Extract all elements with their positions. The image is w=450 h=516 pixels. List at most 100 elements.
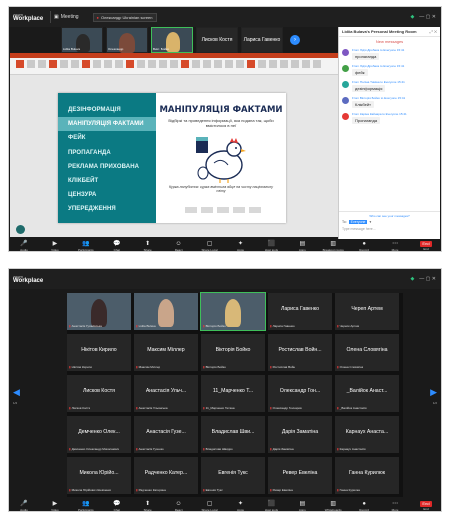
participant-tile[interactable]: 11_Марченко Т... 11_Марченко Тетяна xyxy=(201,375,265,412)
tool-icon[interactable] xyxy=(38,60,46,68)
participant-tile[interactable]: Дарія Заматіна Дарія Заматіна xyxy=(268,416,332,453)
participants-button[interactable]: 👥 Participants xyxy=(75,501,97,512)
participant-tile[interactable]: Максим Міллер Максим Міллер xyxy=(134,334,198,371)
participant-tile[interactable]: Ганна Курилюк Ганна Курилюк xyxy=(335,457,399,494)
participant-tile[interactable]: Вікторія Бойко xyxy=(200,292,266,331)
participant-display-name: Ростислав Войн... xyxy=(278,347,322,353)
tool-icon[interactable] xyxy=(214,60,222,68)
participant-tile[interactable]: Карнаух Анаста... Карнаух Анастасія xyxy=(335,416,399,453)
tool-icon[interactable] xyxy=(93,60,101,68)
participant-tile[interactable]: Вікторія Бойко Вікторія Бойко xyxy=(201,334,265,371)
host-tools-button[interactable]: ⬛ Host tools xyxy=(260,241,282,252)
tool-icon[interactable] xyxy=(291,60,299,68)
video-button[interactable]: ▶ Video xyxy=(44,241,66,252)
tool-icon[interactable] xyxy=(27,60,35,68)
previous-page-arrow-icon[interactable]: ◀ xyxy=(13,387,20,398)
participant-tile[interactable]: Череп Артем Черепк Артем xyxy=(335,293,399,330)
more-button[interactable]: ⋯ More xyxy=(384,501,406,512)
name-thumb-5[interactable]: Лариса Гавенко xyxy=(241,27,283,53)
participant-tile[interactable]: Демченко Олек... Демченко Олександр Микол… xyxy=(67,416,131,453)
record-button[interactable]: ● Record xyxy=(353,241,375,252)
host-tools-button[interactable]: ⬛ Host tools xyxy=(260,501,282,512)
participants-button[interactable]: 👥 Participants xyxy=(75,241,97,252)
participant-tile[interactable]: Анастасія Гузе... Анастасія Гузенко xyxy=(134,416,198,453)
participant-tile[interactable]: Евгенія Тукс Евгенія Тукс xyxy=(201,457,265,494)
participant-tile[interactable]: Лисков Костя Лисков Костя xyxy=(67,375,131,412)
slide-menu-item: ФЕЙК xyxy=(68,135,86,142)
breakout-rooms-button[interactable]: ▥ Breakout rooms xyxy=(322,241,344,252)
screen-share-tab[interactable]: ● Олександр Ukrainian screen xyxy=(92,12,157,22)
window-icon: ▢ xyxy=(206,500,213,507)
tool-icon[interactable] xyxy=(236,60,244,68)
audio-button[interactable]: 🎤 Audio xyxy=(13,241,35,252)
participant-tile[interactable]: Ростислав Войн... Ростислав Войн xyxy=(268,334,332,371)
react-button[interactable]: ☺ React xyxy=(168,501,190,512)
chat-button[interactable]: 💬 Chat xyxy=(106,501,128,512)
window-controls[interactable]: — ▢ ✕ xyxy=(419,14,436,20)
react-button[interactable]: ☺ React xyxy=(168,241,190,252)
chat-input[interactable]: Type message here... xyxy=(339,226,440,232)
window-controls[interactable]: — ▢ ✕ xyxy=(419,276,436,282)
tool-icon[interactable] xyxy=(137,60,145,68)
participant-tile[interactable]: Анастасія Ульч... Анастасія Ульянська xyxy=(134,375,198,412)
video-thumb-3[interactable]: Викт. Бойко xyxy=(151,27,193,53)
tool-icon[interactable] xyxy=(181,60,189,68)
apps-button-2[interactable]: ▤ Apps xyxy=(291,241,313,252)
participant-tile[interactable]: Lidiia Bulava xyxy=(134,293,198,330)
next-page-arrow-icon[interactable]: › xyxy=(290,35,300,45)
next-page-arrow-icon[interactable]: ▶ xyxy=(430,387,437,398)
tool-icon[interactable] xyxy=(225,60,233,68)
tool-icon[interactable] xyxy=(71,60,79,68)
tool-icon[interactable] xyxy=(280,60,288,68)
tool-icon[interactable] xyxy=(269,60,277,68)
video-thumb-2[interactable]: Олександр xyxy=(106,27,148,53)
tool-icon[interactable] xyxy=(258,60,266,68)
tool-icon[interactable] xyxy=(126,60,134,68)
whiteboards-button[interactable]: ▥ Whiteboards xyxy=(322,501,344,512)
participant-tile[interactable]: Олександр Гон... Олександр Гончаров xyxy=(268,375,332,412)
participant-tile[interactable]: Радченко Катер... Радченко Катерина xyxy=(134,457,198,494)
chat-button[interactable]: 💬 Chat xyxy=(106,241,128,252)
share-button[interactable]: ⬆ Share xyxy=(137,241,159,252)
participant-tile[interactable]: Ревер Евеліна Ревер Евеліна xyxy=(268,457,332,494)
name-thumb-4[interactable]: Лисков Костя xyxy=(196,27,238,53)
participant-display-name: 11_Марченко Т... xyxy=(212,388,254,394)
tool-icon[interactable] xyxy=(170,60,178,68)
tool-icon[interactable] xyxy=(148,60,156,68)
audio-button[interactable]: 🎤 Audio xyxy=(13,501,35,512)
tool-icon[interactable] xyxy=(313,60,321,68)
apps-button[interactable]: ✦ Apps xyxy=(229,241,251,252)
apps-button-2[interactable]: ▤ Apps xyxy=(291,501,313,512)
share-button[interactable]: ⬆ Share xyxy=(137,501,159,512)
tool-icon[interactable] xyxy=(159,60,167,68)
video-thumb-1[interactable]: Lidiia Bulava xyxy=(61,27,103,53)
tool-icon[interactable] xyxy=(49,60,57,68)
participant-tile[interactable]: Лариса Гавенко Лариса Гавенко xyxy=(268,293,332,330)
video-button[interactable]: ▶ Video xyxy=(44,501,66,512)
participant-tile[interactable]: Владислав Шви... Владислав Швидко xyxy=(201,416,265,453)
tool-icon[interactable] xyxy=(16,60,24,68)
participant-tile[interactable]: _Валійок Анаст... _Валійок Анастасія xyxy=(335,375,399,412)
tool-icon[interactable] xyxy=(192,60,200,68)
record-button[interactable]: ● Record xyxy=(353,501,375,512)
tool-icon[interactable] xyxy=(115,60,123,68)
chat-window-controls[interactable]: ⤢ ✕ xyxy=(430,29,437,34)
end-button[interactable]: End End xyxy=(415,501,437,511)
meeting-menu[interactable]: ▣ Meeting xyxy=(54,14,79,20)
tool-icon[interactable] xyxy=(104,60,112,68)
tool-icon[interactable] xyxy=(82,60,90,68)
recipient-dropdown[interactable]: Everyone xyxy=(348,220,368,224)
share-local-button[interactable]: ▢ Share Local xyxy=(199,241,221,252)
share-local-button[interactable]: ▢ Share Local xyxy=(199,501,221,512)
tool-icon[interactable] xyxy=(302,60,310,68)
participant-tile[interactable]: Олена Словягіна Олена Словягіна xyxy=(335,334,399,371)
tool-icon[interactable] xyxy=(247,60,255,68)
participant-tile[interactable]: Анастасія Гусаківська xyxy=(67,293,131,330)
tool-icon[interactable] xyxy=(203,60,211,68)
end-button[interactable]: End End xyxy=(415,241,437,251)
tool-icon[interactable] xyxy=(60,60,68,68)
apps-button[interactable]: ✦ Apps xyxy=(229,501,251,512)
participant-tile[interactable]: Нікітов Кирило Нікітов Кирило xyxy=(67,334,131,371)
participant-tile[interactable]: Микола Юрійо... Микола Юрійович Шевченко xyxy=(67,457,131,494)
more-button[interactable]: ⋯ More xyxy=(384,241,406,252)
